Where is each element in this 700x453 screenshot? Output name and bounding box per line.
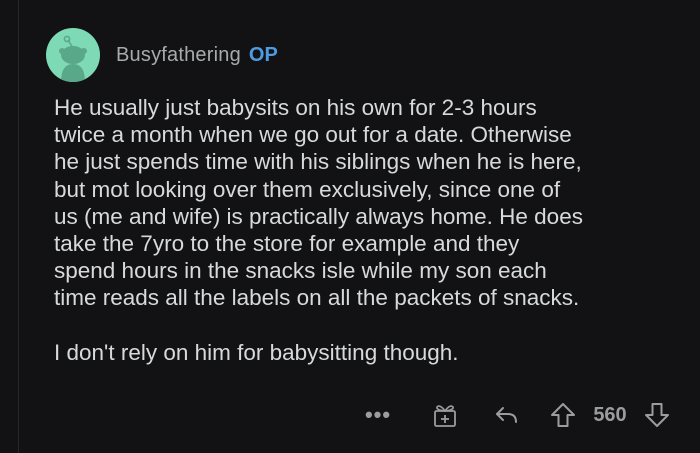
comment-line: us (me and wife) is practically always h… bbox=[54, 203, 583, 229]
op-badge: OP bbox=[248, 43, 278, 66]
comment-line: spend hours in the snacks isle while my … bbox=[54, 258, 547, 284]
thread-line[interactable] bbox=[18, 0, 19, 453]
vote-score: 560 bbox=[593, 403, 627, 426]
comment-view: Busyfathering OP He usually just babysit… bbox=[0, 0, 700, 453]
comment-body: He usually just babysits on his own for … bbox=[54, 94, 694, 366]
more-icon: ••• bbox=[364, 402, 392, 427]
upvote-button[interactable] bbox=[548, 398, 578, 432]
upvote-icon bbox=[551, 403, 575, 427]
comment-paragraph: I don't rely on him for babysitting thou… bbox=[54, 339, 459, 365]
comment-line: twice a month when we go out for a date.… bbox=[54, 122, 572, 148]
downvote-button[interactable] bbox=[642, 398, 672, 432]
comment-header: Busyfathering OP bbox=[46, 28, 278, 82]
comment-actions: ••• 560 bbox=[0, 398, 700, 432]
comment-line: take the 7yro to the store for example a… bbox=[54, 231, 520, 257]
comment-line: he just spends time with his siblings wh… bbox=[54, 149, 582, 175]
snoo-avatar-icon bbox=[59, 35, 87, 82]
reply-icon bbox=[496, 407, 517, 423]
comment-line: but mot looking over them exclusively, s… bbox=[54, 176, 561, 202]
username[interactable]: Busyfathering bbox=[116, 44, 241, 67]
downvote-icon bbox=[645, 403, 669, 427]
reply-button[interactable] bbox=[493, 398, 521, 432]
comment-line: time reads all the labels on all the pac… bbox=[54, 285, 580, 311]
award-icon bbox=[434, 405, 456, 427]
more-options-button[interactable]: ••• bbox=[362, 398, 394, 432]
comment-paragraph: He usually just babysits on his own for … bbox=[54, 94, 694, 312]
comment-line: He usually just babysits on his own for … bbox=[54, 95, 537, 120]
avatar[interactable] bbox=[46, 28, 100, 82]
award-button[interactable] bbox=[430, 398, 460, 432]
